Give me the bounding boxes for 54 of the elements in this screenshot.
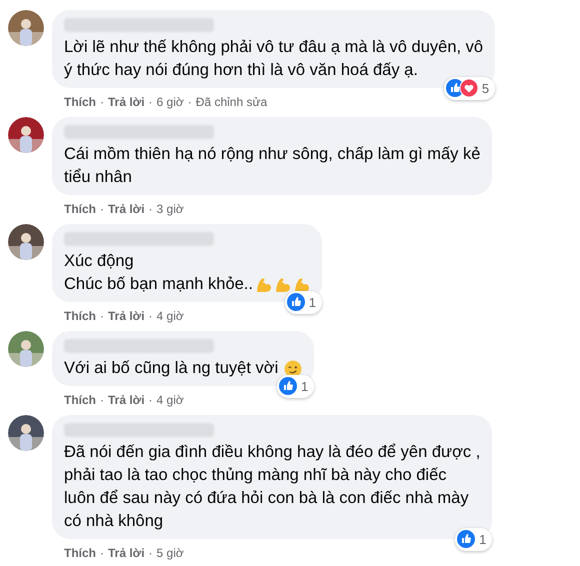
action-link[interactable]: Thích [64,392,96,408]
like-icon [286,293,305,312]
comment-text: ý thức hay nói đúng hơn thì là vô văn hoá đấy ạ. [64,60,418,81]
reaction-count: 1 [479,530,486,548]
edited-label: Đã chỉnh sửa [196,94,268,110]
separator-dot: · [148,545,153,561]
comment-text: Với ai bố cũng là ng tuyệt vời [64,358,278,379]
comment-text: luôn để sau này có đứa hỏi con bà là con điếc nhà mày [64,488,469,509]
separator-dot: · [100,392,104,408]
comment-text: phải tao là tao chọc thủng màng nhĩ bà này cho điếc [64,465,447,486]
comment-time[interactable]: 3 giờ [156,201,184,217]
reaction-count: 1 [308,294,316,312]
reaction-badge[interactable]: 1 [277,374,314,398]
action-link[interactable]: Thích [64,308,96,324]
separator-dot: · [188,94,192,110]
reaction-badge[interactable]: 1 [284,290,322,314]
separator-dot: · [100,201,104,217]
comment-text: Lời lẽ như thế không phải vô tư đâu ạ mà là vô duyên, vô [64,37,484,58]
action-link[interactable]: Trả lời [108,545,145,561]
reaction-badge[interactable]: 5 [444,76,496,100]
action-link[interactable]: Trả lời [108,201,145,217]
comment-text: tiểu nhân [64,167,132,188]
flexed-arm-icon [274,276,291,293]
separator-dot: · [148,392,153,408]
action-link[interactable]: Thích [64,201,96,217]
action-link[interactable]: Trả lời [108,392,145,408]
heart-icon [460,79,478,98]
separator-dot: · [148,94,153,110]
like-icon [279,377,298,396]
separator-dot: · [148,308,153,324]
comment-time[interactable]: 4 giờ [156,308,184,324]
flexed-arm-icon [292,276,310,293]
comment-text: có nhà không [64,511,164,532]
winking-face-icon [284,360,302,378]
flexed-arm-icon [254,276,272,293]
separator-dot: · [100,308,104,324]
comment-text: Cái mồm thiên hạ nó rộng như sông, chấp làm gì mấy kẻ [64,144,480,165]
comment-text: Đã nói đến gia đình điều không hay là đéo để yên được , [64,442,480,463]
comment-time[interactable]: 4 giờ [156,392,184,408]
separator-dot: · [148,201,153,217]
comment-time[interactable]: 5 giờ [156,545,184,561]
action-link[interactable]: Trả lời [108,308,145,324]
comment-text: Xúc động [64,251,134,272]
reaction-count: 1 [301,378,308,396]
like-icon [457,530,476,548]
comment-text: Chúc bố bạn mạnh khỏe.. [64,274,253,295]
action-link[interactable]: Thích [64,545,96,561]
comment-time[interactable]: 6 giờ [156,94,184,110]
reaction-count: 5 [482,80,490,98]
separator-dot: · [100,545,104,561]
separator-dot: · [100,94,104,110]
action-link[interactable]: Trả lời [108,94,145,110]
reaction-badge[interactable]: 1 [455,528,492,551]
action-link[interactable]: Thích [64,94,96,110]
